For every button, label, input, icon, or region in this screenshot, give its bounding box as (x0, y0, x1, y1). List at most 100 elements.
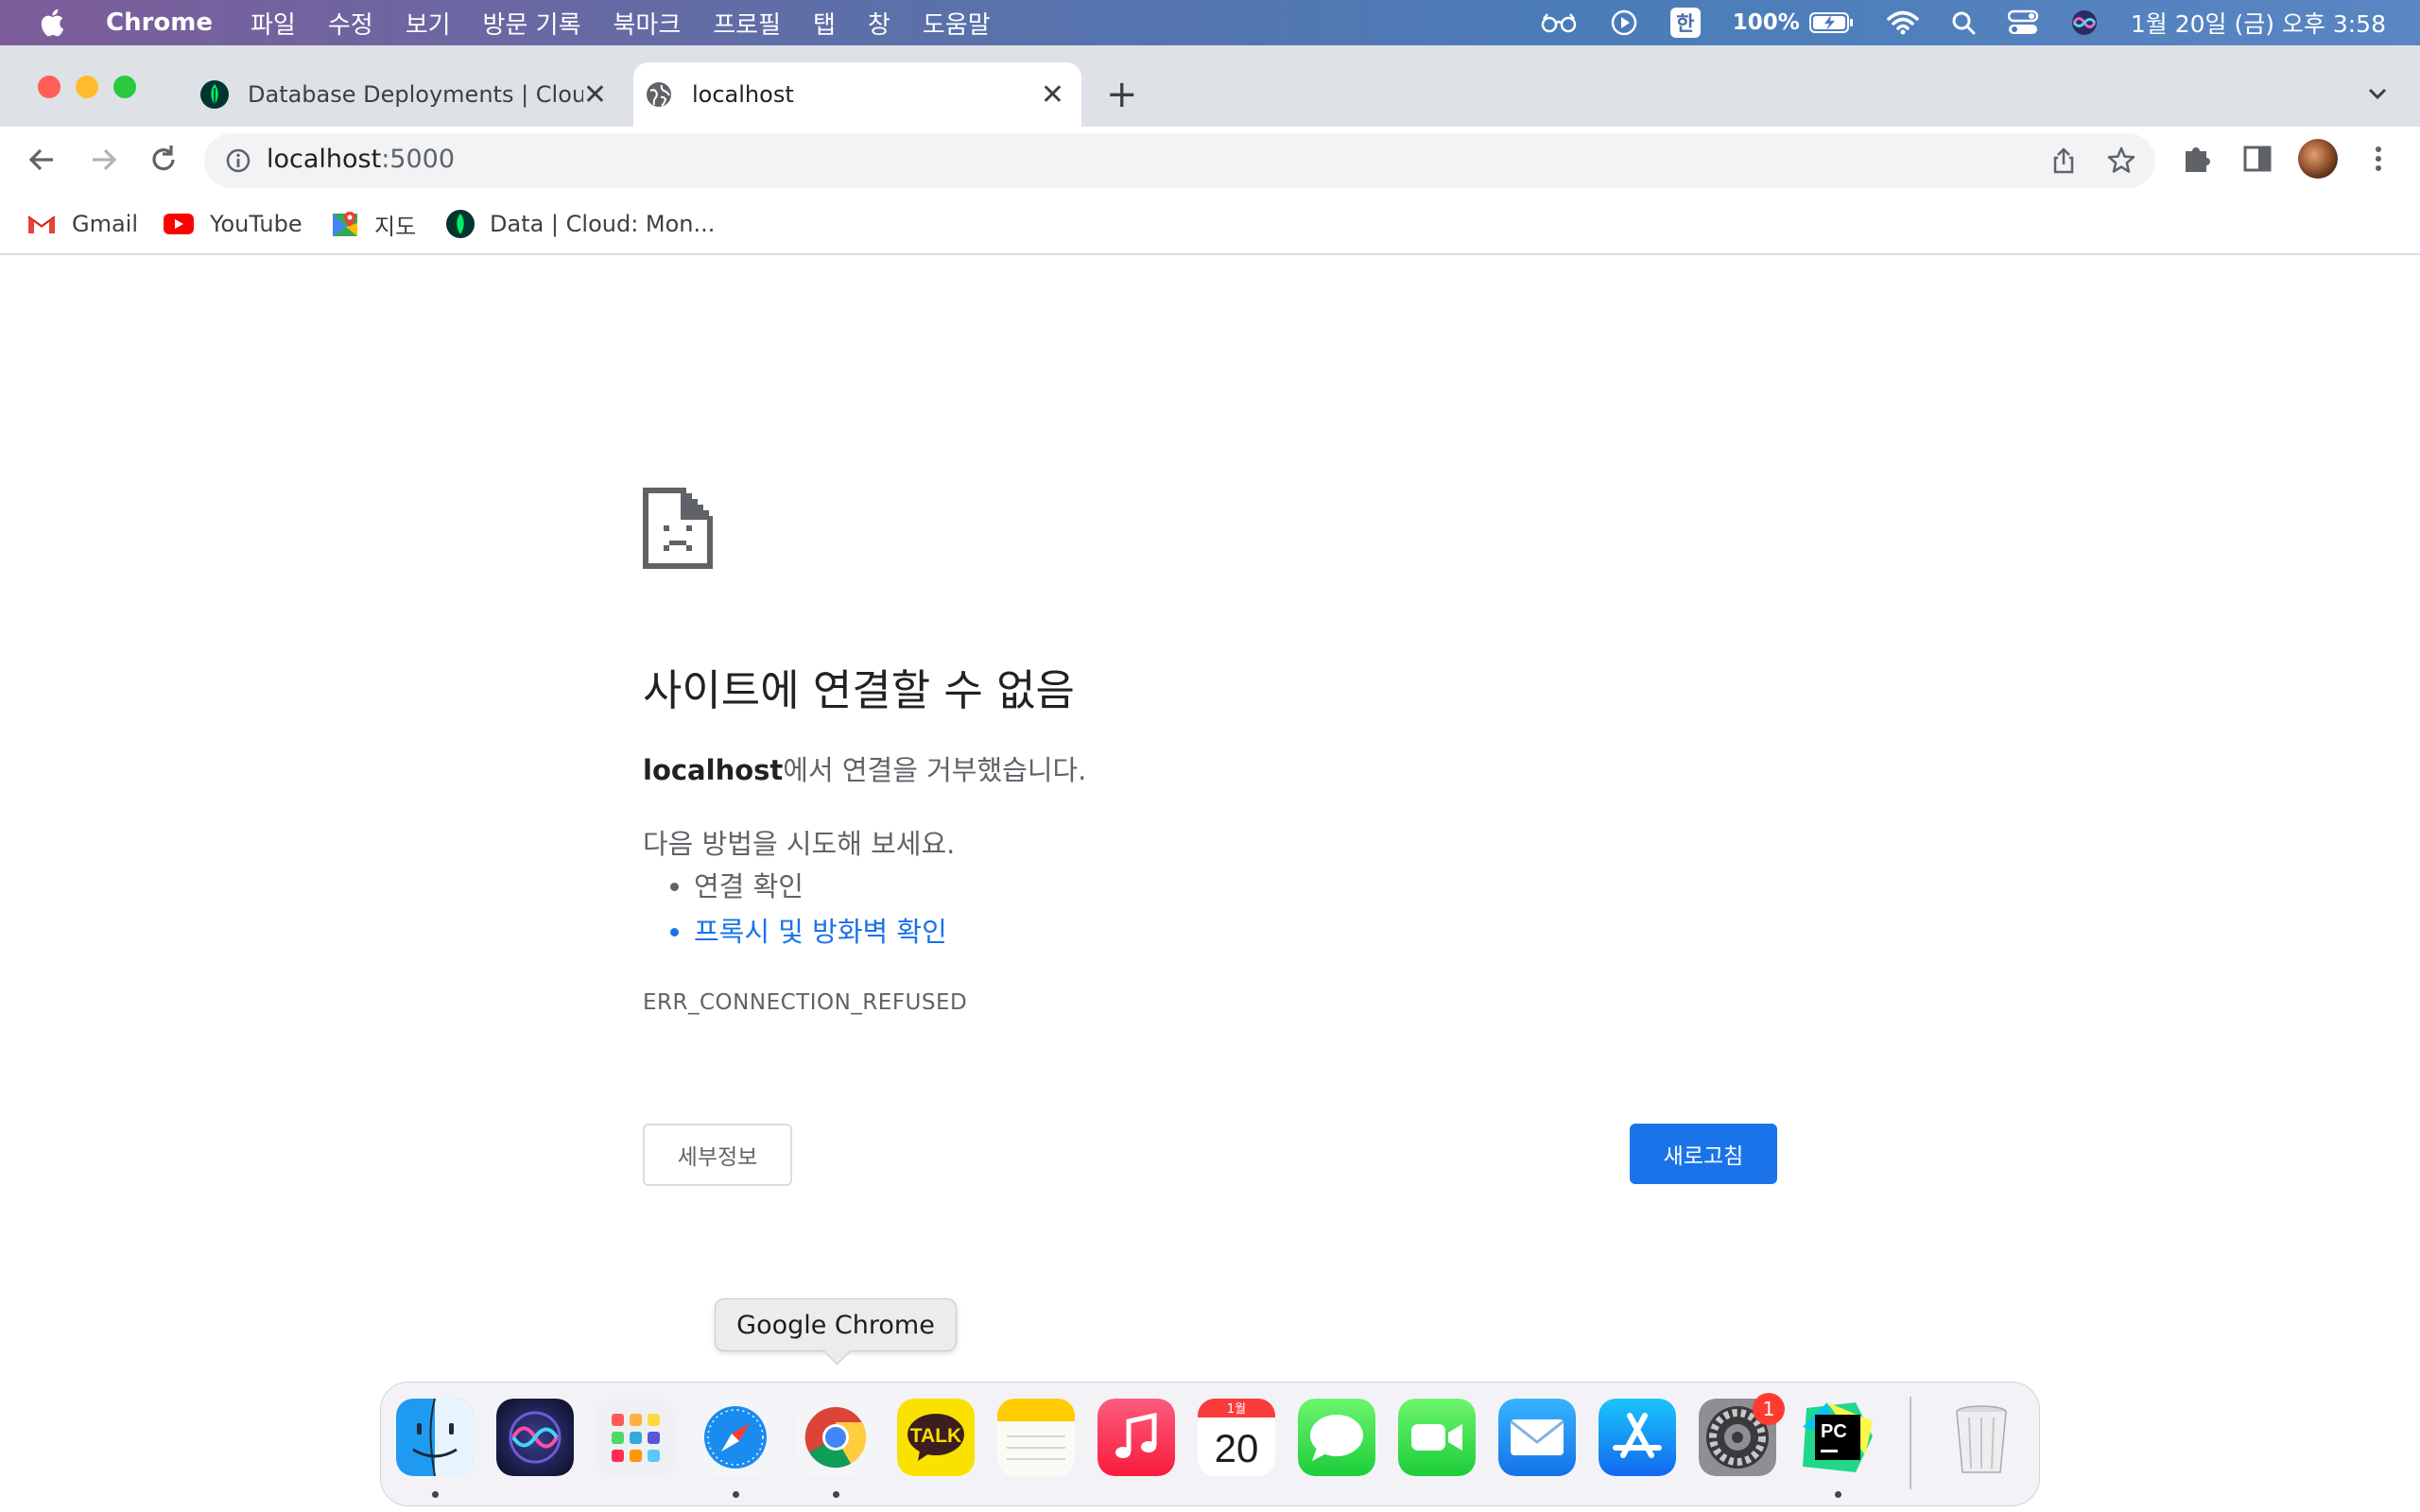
error-summary: localhost에서 연결을 거부했습니다. (643, 748, 1086, 788)
play-circle-icon[interactable] (1610, 9, 1638, 37)
calendar-icon[interactable]: 1월 20 (1198, 1399, 1275, 1476)
tab-localhost[interactable]: localhost ✕ (633, 62, 1081, 127)
music-icon[interactable] (1098, 1399, 1175, 1476)
messages-icon[interactable] (1298, 1399, 1375, 1476)
bookmarks-bar: Gmail YouTube 지도 Data | Cloud: Mon... (0, 195, 2420, 255)
url-port: :5000 (381, 145, 456, 174)
error-heading: 사이트에 연결할 수 없음 (643, 665, 1075, 715)
running-indicator (833, 1491, 839, 1498)
spotlight-search-icon[interactable] (1951, 10, 1976, 35)
close-tab-icon[interactable]: ✕ (583, 78, 607, 112)
google-chrome-icon[interactable] (797, 1399, 874, 1476)
profile-avatar[interactable] (2297, 138, 2339, 180)
bookmark-label: Data | Cloud: Mon... (490, 211, 716, 237)
error-code: ERR_CONNECTION_REFUSED (643, 990, 968, 1015)
window-close-button[interactable] (38, 76, 60, 98)
bookmark-label: 지도 (374, 213, 417, 240)
menu-window[interactable]: 창 (868, 6, 890, 41)
extensions-puzzle-icon[interactable] (2180, 142, 2214, 176)
pycharm-icon[interactable]: PC (1799, 1399, 1876, 1476)
site-info-icon[interactable] (225, 147, 251, 174)
launchpad-icon[interactable] (596, 1399, 674, 1476)
share-icon[interactable] (2049, 146, 2078, 175)
siri-app-icon[interactable] (496, 1399, 574, 1476)
globe-icon (647, 82, 671, 107)
menu-bookmarks[interactable]: 북마크 (614, 6, 682, 41)
maps-icon (333, 212, 357, 236)
glasses-icon[interactable] (1540, 11, 1578, 34)
trash-icon[interactable] (1943, 1399, 2020, 1476)
control-center-icon[interactable] (2007, 9, 2038, 36)
menu-tab[interactable]: 탭 (813, 6, 836, 41)
youtube-icon (164, 214, 194, 234)
menu-help[interactable]: 도움말 (923, 6, 991, 41)
battery-charging-icon (1808, 12, 1853, 33)
tab-search-chevron-icon[interactable] (2363, 79, 2392, 108)
error-host: localhost (643, 754, 784, 786)
sad-document-icon (643, 488, 713, 569)
mongodb-leaf-icon (200, 80, 229, 109)
back-arrow-icon[interactable] (25, 142, 60, 178)
menu-history[interactable]: 방문 기록 (483, 6, 581, 41)
calendar-day: 20 (1215, 1426, 1259, 1470)
safari-icon[interactable] (697, 1399, 774, 1476)
forward-arrow-icon[interactable] (85, 142, 121, 178)
menu-view[interactable]: 보기 (406, 6, 451, 41)
running-indicator (1835, 1491, 1841, 1498)
url-text[interactable]: localhost:5000 (267, 145, 455, 174)
app-store-icon[interactable] (1599, 1399, 1676, 1476)
tab-title: localhost (692, 81, 794, 108)
menubar-status-area: 한 100% 1월 20일 (금) 오후 3:58 (1540, 0, 2386, 45)
error-summary-text: 에서 연결을 거부했습니다. (783, 754, 1087, 786)
bookmark-label: Gmail (72, 211, 139, 237)
bookmark-label: YouTube (210, 211, 302, 237)
bookmark-youtube[interactable]: YouTube (163, 208, 302, 240)
battery-percent: 100% (1732, 10, 1800, 35)
mail-icon[interactable] (1498, 1399, 1576, 1476)
bookmark-mongodb[interactable]: Data | Cloud: Mon... (446, 208, 715, 240)
address-bar[interactable]: localhost:5000 (204, 133, 2155, 188)
url-host: localhost (267, 145, 382, 174)
dock-separator (1910, 1397, 1911, 1489)
window-minimize-button[interactable] (76, 76, 98, 98)
window-zoom-button[interactable] (113, 76, 136, 98)
tab-title: Database Deployments | Cloud (248, 81, 583, 108)
menubar-clock[interactable]: 1월 20일 (금) 오후 3:58 (2131, 6, 2386, 40)
close-tab-icon[interactable]: ✕ (1041, 78, 1064, 112)
reload-icon[interactable] (146, 142, 182, 178)
menu-file[interactable]: 파일 (251, 6, 296, 41)
macos-menu-bar: Chrome 파일 수정 보기 방문 기록 북마크 프로필 탭 창 도움말 한 … (0, 0, 2420, 45)
new-tab-button[interactable]: + (1106, 76, 1138, 113)
mongodb-leaf-icon (446, 210, 475, 238)
suggestions-intro: 다음 방법을 시도해 보세요. (643, 828, 956, 860)
finder-icon[interactable] (396, 1399, 474, 1476)
siri-icon[interactable] (2070, 9, 2099, 37)
calendar-month: 1월 (1227, 1402, 1246, 1417)
suggestions-list: 연결 확인 프록시 및 방화벽 확인 (694, 868, 947, 958)
side-panel-icon[interactable] (2240, 142, 2274, 176)
gmail-icon (27, 215, 56, 233)
input-source-icon[interactable]: 한 (1669, 8, 1701, 38)
kakaotalk-icon[interactable]: TALK (897, 1399, 975, 1476)
details-button[interactable]: 세부정보 (643, 1124, 792, 1186)
menu-profiles[interactable]: 프로필 (713, 6, 781, 41)
bookmark-gmail[interactable]: Gmail (26, 208, 138, 240)
battery-status[interactable]: 100% (1733, 10, 1855, 35)
bookmark-maps[interactable]: 지도 (331, 208, 416, 240)
chrome-menu-icon[interactable] (2361, 142, 2395, 176)
running-indicator (733, 1491, 739, 1498)
reload-button[interactable]: 새로고침 (1630, 1124, 1777, 1184)
wifi-icon[interactable] (1887, 10, 1919, 35)
notes-icon[interactable] (997, 1399, 1075, 1476)
bookmark-star-icon[interactable] (2106, 146, 2136, 176)
suggestion-check-connection: 연결 확인 (694, 868, 947, 913)
kakaotalk-label: TALK (910, 1425, 961, 1447)
notification-badge: 1 (1753, 1393, 1785, 1425)
tab-database-deployments[interactable]: Database Deployments | Cloud ✕ (189, 62, 624, 127)
menu-app-name[interactable]: Chrome (106, 9, 213, 37)
menu-edit[interactable]: 수정 (328, 6, 373, 41)
suggestion-check-proxy-firewall-link[interactable]: 프록시 및 방화벽 확인 (694, 913, 947, 958)
pycharm-label: PC (1821, 1421, 1847, 1442)
apple-logo-icon[interactable] (38, 7, 70, 39)
facetime-icon[interactable] (1398, 1399, 1476, 1476)
